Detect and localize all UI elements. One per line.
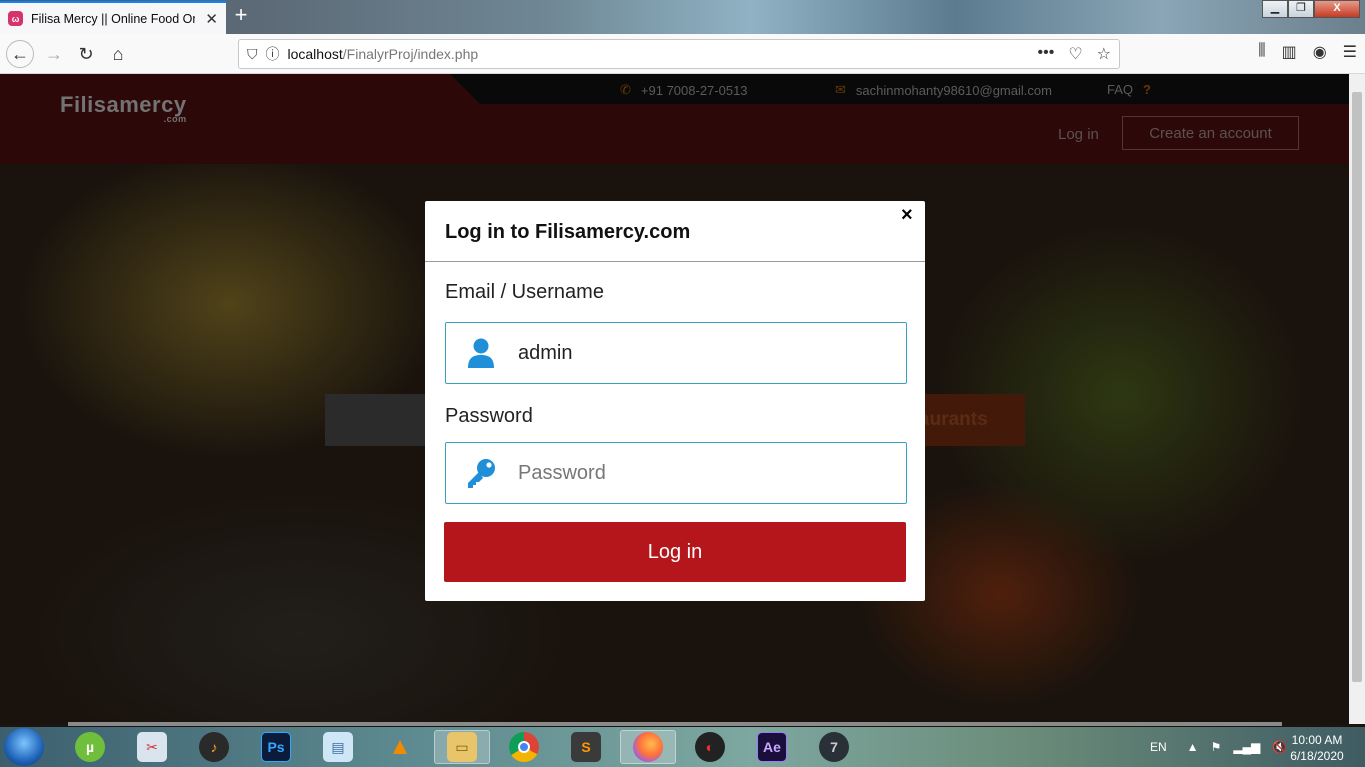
davinci-app[interactable]: ◐ (682, 730, 738, 764)
browser-tab-active[interactable]: ω Filisa Mercy || Online Food Ord ✕ (0, 1, 226, 34)
home-icon[interactable]: ⌂ (104, 40, 132, 68)
fl-studio-app[interactable]: ♪ (186, 730, 242, 764)
pocket-icon[interactable]: ♡ (1068, 44, 1082, 64)
utorrent-app[interactable]: µ (62, 730, 118, 764)
after-effects-icon: Ae (757, 732, 787, 762)
toolbar-right: ⫼ ▥ ◉ ☰ (1258, 42, 1357, 62)
window-controls: ▁ ❐ X (1262, 0, 1360, 18)
network-signal-icon[interactable]: ▂▄▆ (1233, 740, 1260, 754)
chrome-app[interactable] (496, 730, 552, 764)
close-icon[interactable]: × (901, 204, 913, 227)
photoshop-icon: Ps (261, 732, 291, 762)
menu-hamburger-icon[interactable]: ☰ (1343, 42, 1357, 62)
email-input[interactable] (516, 340, 886, 366)
windows-taskbar: µ ✂ ♪ Ps ▤ ▲ ▭ S ◐ Ae 7 EN ▲ ⚑ ▂▄▆ 🔇 10:… (0, 727, 1365, 767)
sublime-text-icon: S (571, 732, 601, 762)
modal-header: Log in to Filisamercy.com × (425, 201, 925, 262)
browser-navbar: ← → ↻ ⌂ ⛉ ⓘ localhost/FinalyrProj/index.… (0, 34, 1365, 74)
email-field[interactable] (445, 322, 907, 384)
page-actions-icon[interactable]: ••• (1038, 44, 1055, 64)
account-icon[interactable]: ◉ (1313, 42, 1327, 62)
tab-close-icon[interactable]: ✕ (205, 10, 218, 28)
tray-expand-icon[interactable]: ▲ (1187, 740, 1199, 754)
utorrent-icon: µ (75, 732, 105, 762)
sublime-text-app[interactable]: S (558, 730, 614, 764)
firefox-app[interactable] (620, 730, 676, 764)
info-icon[interactable]: ⓘ (266, 44, 280, 64)
library-icon[interactable]: ⫼ (1258, 42, 1265, 62)
snipping-tool-app[interactable]: ✂ (124, 730, 180, 764)
password-label: Password (445, 405, 533, 427)
notepad-app[interactable]: ▤ (310, 730, 366, 764)
sidebar-icon[interactable]: ▥ (1282, 42, 1297, 62)
notepad-icon: ▤ (323, 732, 353, 762)
window-minimize-button[interactable]: ▁ (1262, 0, 1288, 18)
file-explorer-app[interactable]: ▭ (434, 730, 490, 764)
new-tab-icon[interactable]: + (230, 4, 252, 28)
clock-date: 6/18/2020 (1290, 749, 1344, 763)
windows-7-badge-app[interactable]: 7 (806, 730, 862, 764)
system-tray: EN ▲ ⚑ ▂▄▆ 🔇 (1150, 727, 1287, 767)
taskbar-clock[interactable]: 10:00 AM 6/18/2020 (1282, 732, 1352, 764)
url-path: /FinalyrProj/index.php (342, 46, 479, 62)
snipping-tool-icon: ✂ (137, 732, 167, 762)
page-content: ✆ +91 7008-27-0513 ✉ sachinmohanty98610@… (0, 74, 1349, 724)
login-button[interactable]: Log in (444, 522, 906, 582)
modal-title: Log in to Filisamercy.com (445, 221, 691, 243)
back-arrow-icon[interactable]: ← (6, 40, 34, 68)
vertical-scrollbar-thumb[interactable] (1352, 92, 1362, 682)
clock-time: 10:00 AM (1291, 733, 1343, 747)
bookmark-star-icon[interactable]: ☆ (1097, 44, 1111, 64)
password-input[interactable] (516, 460, 886, 486)
photoshop-app[interactable]: Ps (248, 730, 304, 764)
after-effects-app[interactable]: Ae (744, 730, 800, 764)
action-center-flag-icon[interactable]: ⚑ (1211, 740, 1222, 754)
password-field[interactable] (445, 442, 907, 504)
firefox-icon (633, 732, 663, 762)
urlbar-actions: ••• ♡ ☆ (1038, 44, 1120, 64)
chrome-icon (509, 732, 539, 762)
vlc-app[interactable]: ▲ (372, 730, 428, 764)
folder-icon: ▭ (447, 732, 477, 762)
fl-studio-icon: ♪ (199, 732, 229, 762)
vertical-scrollbar[interactable] (1349, 74, 1365, 724)
davinci-icon: ◐ (695, 732, 725, 762)
window-maximize-button[interactable]: ❐ (1288, 0, 1314, 18)
url-text[interactable]: localhost/FinalyrProj/index.php (288, 46, 479, 62)
window-close-button[interactable]: X (1314, 0, 1360, 18)
shield-icon[interactable]: ⛉ (247, 46, 258, 63)
reload-icon[interactable]: ↻ (72, 40, 100, 68)
tab-title: Filisa Mercy || Online Food Ord (31, 11, 195, 26)
site-favicon-icon: ω (8, 11, 23, 26)
forward-arrow-icon[interactable]: → (40, 40, 68, 68)
vlc-cone-icon: ▲ (388, 733, 412, 760)
windows-7-badge-icon: 7 (819, 732, 849, 762)
start-button-icon[interactable] (4, 728, 44, 766)
horizontal-scrollbar[interactable] (68, 722, 1282, 726)
address-bar[interactable]: ⛉ ⓘ localhost/FinalyrProj/index.php ••• … (238, 39, 1120, 69)
browser-tabbar: ω Filisa Mercy || Online Food Ord ✕ + ▁ … (0, 0, 1365, 34)
language-indicator[interactable]: EN (1150, 740, 1167, 754)
url-host: localhost (287, 46, 343, 62)
key-icon (446, 457, 516, 489)
email-label: Email / Username (445, 281, 604, 303)
login-modal: Log in to Filisamercy.com × Email / User… (425, 201, 925, 601)
user-icon (446, 337, 516, 369)
